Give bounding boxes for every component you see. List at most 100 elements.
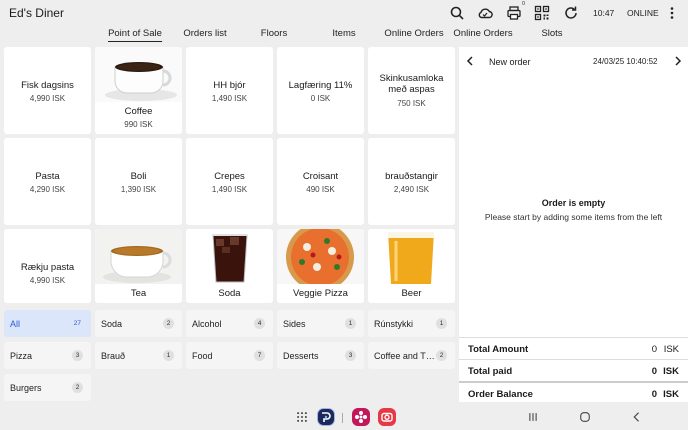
category-count: 1 [163, 350, 174, 361]
product-tile[interactable]: Boli 1,390 ISK [95, 138, 182, 225]
category-runstykki[interactable]: Rúnstykki 1 [368, 310, 455, 337]
category-label: Burgers [10, 383, 42, 393]
category-desserts[interactable]: Desserts 3 [277, 342, 364, 369]
refresh-icon[interactable] [563, 5, 579, 21]
tab-floors[interactable]: Floors [261, 28, 287, 41]
total-value: 0 [651, 366, 657, 377]
product-tile[interactable]: Crepes 1,490 ISK [186, 138, 273, 225]
category-count: 4 [254, 318, 265, 329]
order-empty-subtitle: Please start by adding some items from t… [484, 212, 663, 222]
product-tile[interactable]: Fisk dagsins 4,990 ISK [4, 47, 91, 134]
tab-online-orders[interactable]: Online Orders [384, 28, 443, 41]
product-name: Croisant [302, 171, 339, 182]
category-label: Sides [283, 319, 306, 329]
flower-app-icon[interactable] [352, 408, 370, 426]
product-name: Lagfæring 11% [288, 80, 353, 91]
tab-online-orders-2[interactable]: Online Orders [453, 28, 512, 41]
product-name: Skinkusamloka með aspas [379, 73, 444, 95]
tab-slots[interactable]: Slots [541, 28, 562, 41]
back-icon[interactable] [628, 408, 646, 426]
search-icon[interactable] [449, 5, 465, 21]
more-vert-icon[interactable] [664, 5, 680, 21]
product-tile[interactable]: Pasta 4,290 ISK [4, 138, 91, 225]
product-tile[interactable]: Skinkusamloka með aspas 750 ISK [368, 47, 455, 134]
qr-code-icon[interactable] [534, 5, 550, 21]
category-label: Rúnstykki [374, 319, 414, 329]
chevron-right-icon[interactable] [673, 55, 683, 67]
total-label: Order Balance [468, 389, 533, 400]
category-alcohol[interactable]: Alcohol 4 [186, 310, 273, 337]
printer-icon[interactable]: 0 [506, 1, 525, 21]
beer-glass-image [368, 229, 455, 284]
category-coffee-and-tea[interactable]: Coffee and T… 2 [368, 342, 455, 369]
category-burgers[interactable]: Burgers 2 [4, 374, 91, 401]
product-price: 490 ISK [306, 185, 335, 194]
chevron-left-icon[interactable] [465, 55, 475, 67]
product-price: 2,490 ISK [393, 185, 430, 194]
category-pizza[interactable]: Pizza 3 [4, 342, 91, 369]
product-name: Rækju pasta [20, 262, 75, 273]
product-price: 0 ISK [310, 94, 331, 103]
product-name: Soda [218, 288, 241, 299]
home-icon[interactable] [576, 408, 594, 426]
product-price: 750 ISK [397, 99, 426, 108]
category-all[interactable]: All 27 [4, 310, 91, 337]
cloud-sync-icon[interactable] [477, 5, 493, 21]
clock: 10:47 [593, 8, 615, 18]
category-count: 1 [436, 318, 447, 329]
total-value: 0 [651, 344, 657, 355]
product-tile[interactable]: Veggie Pizza [277, 229, 364, 303]
total-amount-row: Total Amount 0 ISK [459, 337, 688, 359]
apps-grid-icon[interactable] [293, 408, 311, 426]
product-name: Coffee [124, 106, 153, 117]
tab-items[interactable]: Items [332, 28, 355, 41]
product-name: Beer [401, 288, 422, 299]
total-currency: ISK [663, 366, 679, 377]
order-header: New order 24/03/25 10:40:52 [459, 47, 688, 75]
category-food[interactable]: Food 7 [186, 342, 273, 369]
category-count: 1 [345, 318, 356, 329]
product-price: 4,990 ISK [29, 94, 66, 103]
total-value: 0 [651, 389, 657, 400]
category-count: 2 [163, 318, 174, 329]
product-price: 1,390 ISK [120, 185, 157, 194]
product-name: Veggie Pizza [293, 288, 348, 299]
recents-icon[interactable] [524, 408, 542, 426]
tea-cup-image [95, 229, 182, 284]
category-count: 2 [436, 350, 447, 361]
product-price: 990 ISK [124, 120, 153, 129]
category-count: 2 [72, 382, 83, 393]
product-tile[interactable]: Tea [95, 229, 182, 303]
category-soda[interactable]: Soda 2 [95, 310, 182, 337]
product-name: brauðstangir [385, 171, 438, 182]
tab-orders-list[interactable]: Orders list [183, 28, 226, 41]
product-tile[interactable]: brauðstangir 2,490 ISK [368, 138, 455, 225]
coffee-cup-image [95, 47, 182, 102]
product-tile[interactable]: HH bjór 1,490 ISK [186, 47, 273, 134]
category-label: Desserts [283, 351, 319, 361]
total-currency: ISK [663, 344, 679, 355]
product-tile[interactable]: Lagfæring 11% 0 ISK [277, 47, 364, 134]
product-tile[interactable]: Rækju pasta 4,990 ISK [4, 229, 91, 303]
online-status: ONLINE [627, 8, 659, 18]
product-tile[interactable]: Croisant 490 ISK [277, 138, 364, 225]
product-tile[interactable]: Beer [368, 229, 455, 303]
pos-app-icon[interactable] [317, 408, 335, 426]
product-name: Crepes [214, 171, 245, 182]
product-tile[interactable]: Soda [186, 229, 273, 303]
nav-divider [342, 413, 343, 423]
category-sides[interactable]: Sides 1 [277, 310, 364, 337]
tab-point-of-sale[interactable]: Point of Sale [108, 28, 162, 42]
product-price: 1,490 ISK [211, 94, 248, 103]
category-braud[interactable]: Brauð 1 [95, 342, 182, 369]
product-name: Tea [130, 288, 147, 299]
category-label: Coffee and T… [374, 351, 435, 361]
category-count: 3 [345, 350, 356, 361]
category-count: 27 [73, 320, 81, 327]
camera-app-icon[interactable] [378, 408, 396, 426]
order-balance-row: Order Balance 0 ISK [459, 381, 688, 403]
category-count: 3 [72, 350, 83, 361]
category-label: Soda [101, 319, 123, 329]
product-tile[interactable]: Coffee 990 ISK [95, 47, 182, 134]
category-count: 7 [254, 350, 265, 361]
